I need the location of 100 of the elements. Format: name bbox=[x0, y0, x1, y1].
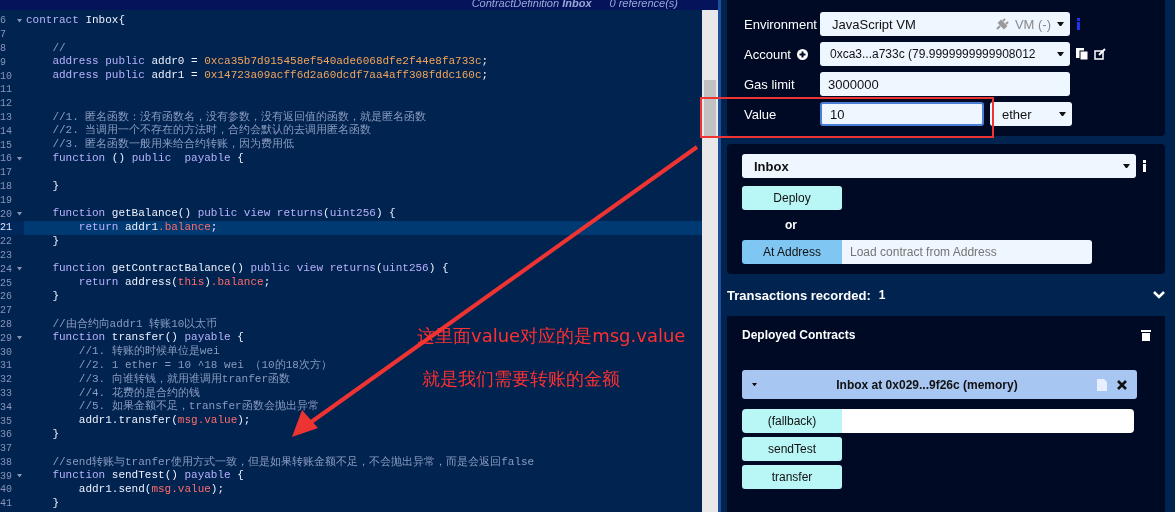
scrollbar[interactable] bbox=[702, 10, 718, 512]
line-number: 7 bbox=[0, 29, 6, 41]
code-line: //2. 1 ether = 10 ^18 wei （10的18次方） bbox=[77, 358, 332, 373]
chevron-down-icon[interactable] bbox=[1153, 291, 1165, 299]
value-field[interactable]: 10 bbox=[820, 102, 984, 126]
line-number: 40 bbox=[0, 484, 12, 496]
code-line: //1. 匿名函数：没有函数名，没有参数，没有返回值的函数，就是匿名函数 bbox=[51, 110, 427, 124]
line-number: 29 bbox=[0, 332, 12, 344]
caret-icon bbox=[752, 382, 757, 387]
code-line: } bbox=[51, 496, 59, 511]
info-icon[interactable] bbox=[1142, 160, 1147, 172]
or-label: or bbox=[785, 218, 798, 232]
environment-select[interactable]: JavaScript VM VM (-) bbox=[820, 12, 1070, 36]
function-button[interactable]: transfer bbox=[742, 465, 842, 489]
code-line: addr1.send(msg.value); bbox=[77, 483, 225, 497]
line-number: 17 bbox=[0, 167, 12, 179]
contract-instance-bar[interactable]: Inbox at 0x029...9f26c (memory) bbox=[742, 370, 1137, 399]
caret-icon bbox=[1057, 51, 1064, 57]
line-number: 14 bbox=[0, 125, 12, 137]
contract-select[interactable]: Inbox bbox=[742, 154, 1136, 178]
line-number: 26 bbox=[0, 291, 12, 303]
line-number: 11 bbox=[0, 84, 12, 96]
deployed-contracts-title: Deployed Contracts bbox=[742, 328, 857, 342]
add-icon[interactable] bbox=[797, 48, 808, 60]
code-line: function () public payable { bbox=[51, 151, 244, 166]
caret-icon bbox=[1123, 163, 1130, 169]
instance-label: Inbox at 0x029...9f26c (memory) bbox=[835, 377, 1019, 392]
code-line: } bbox=[51, 427, 59, 442]
code-line: } bbox=[51, 234, 59, 249]
deploy-button[interactable]: Deploy bbox=[742, 186, 842, 210]
at-address-button[interactable]: At Address bbox=[742, 240, 842, 264]
code-line: function sendTest() payable { bbox=[51, 469, 244, 484]
line-number: 36 bbox=[0, 429, 12, 441]
line-number: 13 bbox=[0, 111, 12, 123]
line-number: 15 bbox=[0, 139, 12, 151]
line-number: 23 bbox=[0, 249, 12, 261]
code-line: address public addr0 = 0xca35b7d915458ef540ade6068dfe2f44e8fa733c; bbox=[51, 55, 489, 70]
references-label: 0 reference(s) bbox=[609, 0, 678, 9]
argument-field[interactable] bbox=[842, 409, 1134, 433]
line-number: 9 bbox=[0, 56, 6, 68]
edit-icon[interactable] bbox=[1094, 48, 1106, 60]
line-number: 10 bbox=[0, 70, 12, 82]
line-number: 16 bbox=[0, 153, 12, 165]
gas-limit-label: Gas limit bbox=[744, 76, 796, 92]
provider-label: VM (-) bbox=[1014, 16, 1051, 32]
code-line: return addr1.balance; bbox=[77, 220, 218, 235]
code-line: //2. 当调用一个不存在的方法时，合约会默认的去调用匿名函数 bbox=[51, 124, 372, 138]
line-number: 30 bbox=[0, 346, 12, 358]
code-line: //由合约向addr1 转账10以太币 bbox=[51, 317, 218, 332]
code-line: } bbox=[51, 289, 59, 304]
close-icon[interactable] bbox=[1117, 379, 1127, 390]
caret-icon bbox=[1057, 21, 1064, 27]
code-line: address public addr1 = 0x14723a09acff6d2a60dcdf7aa4aff308fddc160c; bbox=[51, 69, 489, 83]
function-button[interactable]: (fallback) bbox=[742, 409, 842, 433]
line-number: 12 bbox=[0, 98, 12, 110]
code-line: addr1.transfer(msg.value); bbox=[77, 414, 251, 428]
caret-icon bbox=[1059, 111, 1066, 117]
code-line: function transfer() payable { bbox=[51, 331, 244, 345]
address-field[interactable]: Load contract from Address bbox=[842, 240, 1092, 264]
line-number: 37 bbox=[0, 443, 12, 455]
plug-icon bbox=[994, 18, 1009, 30]
code-line: //5. 如果金额不足，transfer函数会抛出异常 bbox=[77, 400, 319, 415]
line-number: 39 bbox=[0, 470, 12, 482]
line-number: 35 bbox=[0, 415, 12, 427]
line-number: 31 bbox=[0, 360, 12, 372]
line-number: 24 bbox=[0, 263, 12, 275]
line-number: 34 bbox=[0, 401, 12, 413]
value-label: Value bbox=[744, 106, 778, 122]
code-line: function getContractBalance() public view returns(uint256) { bbox=[51, 262, 449, 277]
code-line: function getBalance() public view returns(uint256) { bbox=[51, 207, 396, 221]
line-number: 38 bbox=[0, 456, 12, 468]
transactions-label: Transactions recorded: bbox=[727, 287, 871, 303]
line-number: 41 bbox=[0, 498, 12, 510]
line-number: 28 bbox=[0, 318, 12, 330]
copy-icon[interactable] bbox=[1076, 48, 1088, 60]
unit-select[interactable]: ether bbox=[990, 102, 1072, 126]
code-line: // bbox=[51, 41, 66, 56]
code-line: //1. 转账的时候单位是wei bbox=[77, 345, 220, 359]
code-line: } bbox=[51, 179, 59, 194]
code-line: contract Inbox{ bbox=[25, 14, 126, 28]
function-button[interactable]: sendTest bbox=[742, 437, 842, 461]
code-line: //3. 匿名函数一般用来给合约转账，因为费用低 bbox=[51, 138, 295, 152]
annotation-text: 就是我们需要转账的金额 bbox=[422, 367, 620, 391]
account-label: Account bbox=[744, 46, 814, 62]
transactions-count: 1 bbox=[878, 288, 887, 302]
line-number: 20 bbox=[0, 208, 12, 220]
line-number: 18 bbox=[0, 180, 12, 192]
line-number: 25 bbox=[0, 277, 12, 289]
line-number: 22 bbox=[0, 236, 12, 248]
code-line: //send转账与tranfer使用方式一致，但是如果转账金额不足，不会抛出异常，而是会返回false bbox=[51, 455, 535, 470]
line-number: 6 bbox=[0, 15, 6, 27]
code-line: //3. 向谁转钱，就用谁调用tranfer函数 bbox=[77, 372, 291, 387]
code-line: return address(this).balance; bbox=[77, 276, 271, 290]
code-line: //4. 花费的是合约的钱 bbox=[77, 386, 200, 400]
gas-limit-field[interactable]: 3000000 bbox=[820, 72, 1070, 96]
line-number: 27 bbox=[0, 305, 12, 317]
account-select[interactable]: 0xca3...a733c (79.9999999999908012 bbox=[820, 42, 1070, 66]
line-number: 8 bbox=[0, 43, 6, 54]
trash-icon[interactable] bbox=[1141, 329, 1151, 341]
line-number: 21 bbox=[0, 222, 12, 234]
